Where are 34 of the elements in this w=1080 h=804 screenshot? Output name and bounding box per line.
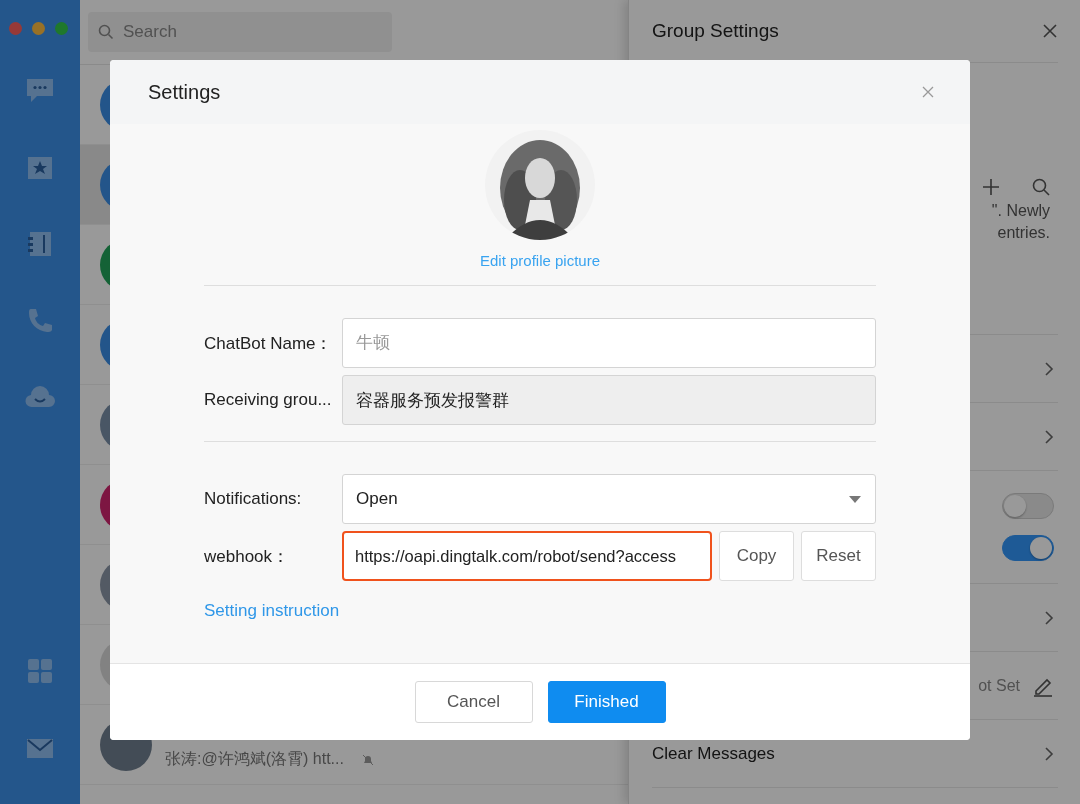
row-value: ot Set bbox=[978, 676, 1020, 695]
dialog-title: Settings bbox=[148, 80, 221, 104]
minimize-window-icon[interactable] bbox=[32, 22, 45, 35]
row-label[interactable]: Clear Messages bbox=[652, 743, 775, 764]
caret-icon bbox=[849, 495, 861, 503]
field-label: Receiving grou... bbox=[204, 390, 333, 410]
notifications-dropdown[interactable]: Open bbox=[342, 474, 876, 524]
chevron-right-icon[interactable] bbox=[1044, 745, 1054, 762]
chevron-right-icon[interactable] bbox=[1044, 428, 1054, 445]
zoom-window-icon[interactable] bbox=[55, 22, 68, 35]
close-icon[interactable] bbox=[922, 86, 934, 98]
search-icon bbox=[98, 24, 114, 40]
field-label: ChatBot Name： bbox=[204, 332, 334, 355]
search-field[interactable]: Search bbox=[88, 12, 392, 52]
close-icon[interactable] bbox=[1042, 23, 1058, 39]
plus-icon[interactable] bbox=[982, 178, 1000, 196]
muted-bell-icon bbox=[361, 753, 374, 766]
copy-button[interactable]: Copy bbox=[719, 531, 794, 581]
notice-text: entries. bbox=[997, 223, 1050, 243]
toggle-switch[interactable] bbox=[1002, 493, 1054, 519]
search-icon[interactable] bbox=[1032, 178, 1050, 196]
field-label: Notifications: bbox=[204, 489, 303, 509]
message-preview: 张涛:@许鸿斌(洛霄) htt... bbox=[165, 749, 344, 769]
cancel-button[interactable]: Cancel bbox=[414, 681, 533, 723]
webhook-field[interactable]: https://oapi.dingtalk.com/robot/send?access bbox=[342, 531, 712, 581]
name-field[interactable]: 牛顿 bbox=[342, 318, 876, 368]
notice-text: ". Newly bbox=[991, 201, 1050, 221]
chevron-right-icon[interactable] bbox=[1044, 609, 1054, 626]
toggle-switch[interactable] bbox=[1002, 535, 1054, 561]
reset-button[interactable]: Reset bbox=[801, 531, 876, 581]
field-label: webhook： bbox=[204, 545, 291, 568]
chevron-right-icon[interactable] bbox=[1044, 360, 1054, 377]
panel-title: Group Settings bbox=[652, 20, 779, 42]
app-grid-icon[interactable] bbox=[25, 656, 55, 686]
